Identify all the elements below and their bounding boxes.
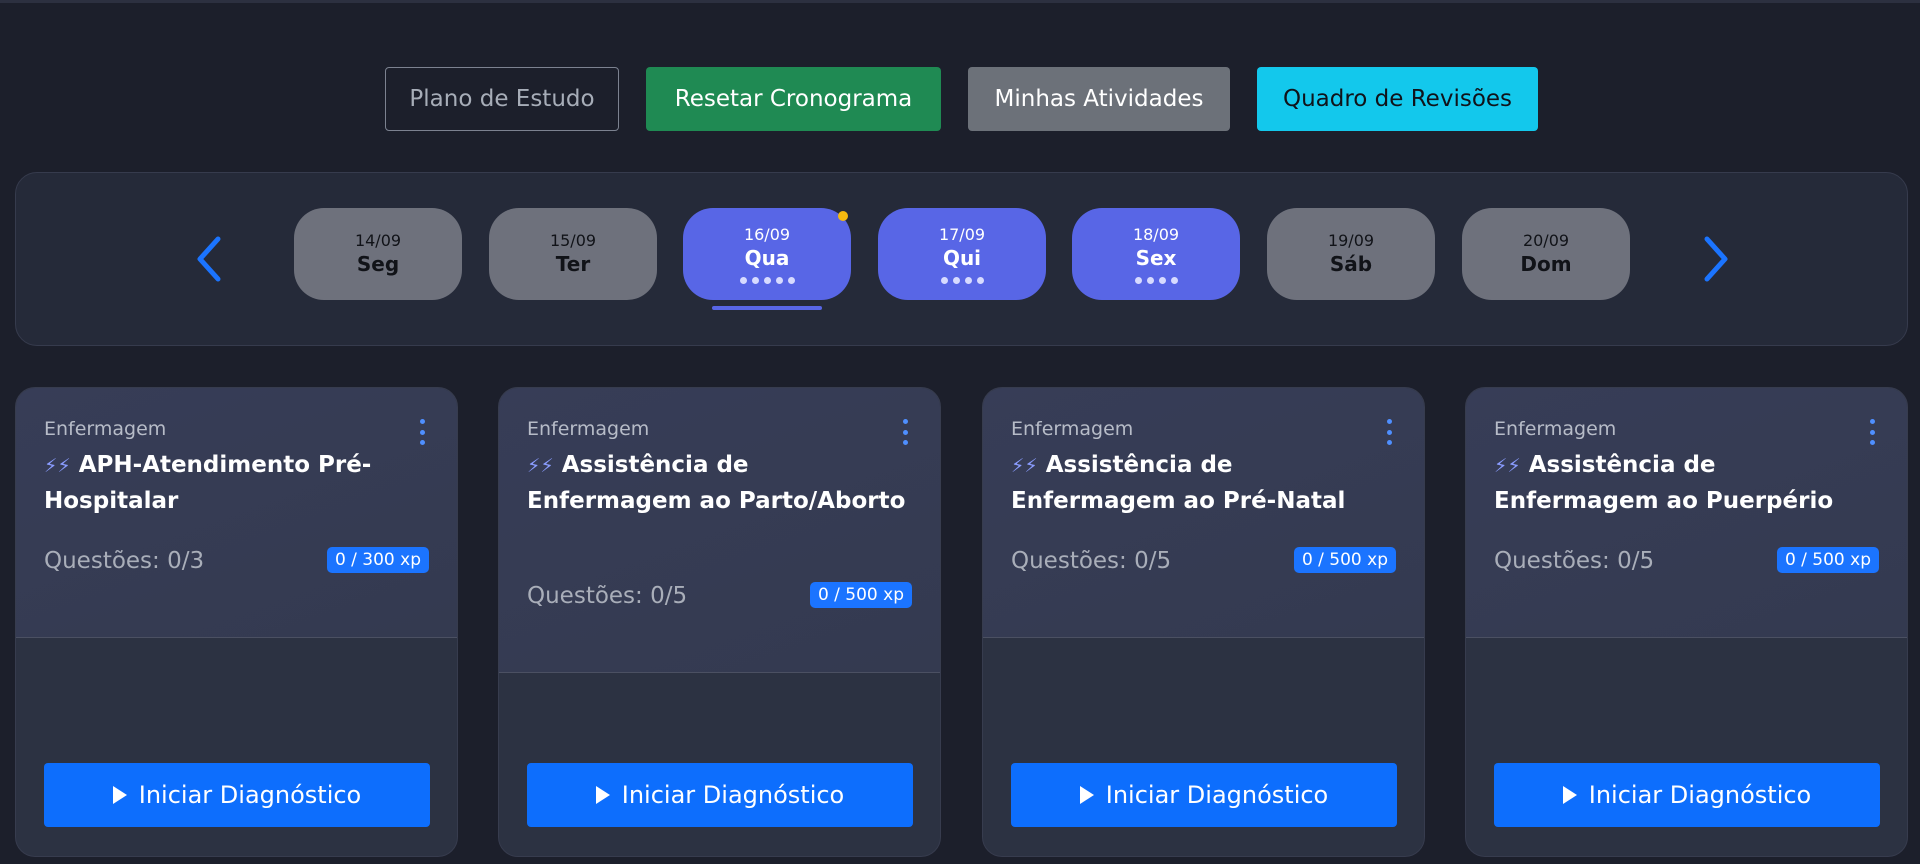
day-name: Ter bbox=[555, 252, 591, 276]
top-border bbox=[0, 0, 1920, 3]
card-title: ⚡⚡ Assistência de Enfermagem ao Parto/Ab… bbox=[527, 448, 907, 519]
card-title: ⚡⚡ Assistência de Enfermagem ao Pré-Nata… bbox=[1011, 448, 1391, 519]
day-name: Qui bbox=[942, 245, 982, 270]
day-name: Seg bbox=[356, 252, 400, 276]
iniciar-diagnostico-button[interactable]: Iniciar Diagnóstico bbox=[1494, 763, 1880, 827]
iniciar-diagnostico-button[interactable]: Iniciar Diagnóstico bbox=[527, 763, 913, 827]
today-indicator bbox=[838, 211, 848, 221]
day-date: 17/09 bbox=[938, 224, 986, 244]
button-label: Iniciar Diagnóstico bbox=[621, 781, 845, 809]
card-questions: Questões: 0/5 bbox=[1494, 548, 1655, 574]
day-date: 16/09 bbox=[743, 224, 791, 244]
card-title-text: Assistência de Enfermagem ao Puerpério bbox=[1494, 452, 1834, 514]
lightning-bolt-icon: ⚡⚡ bbox=[1011, 455, 1038, 477]
card-questions: Questões: 0/3 bbox=[44, 548, 205, 574]
xp-badge: 0 / 300 xp bbox=[326, 547, 429, 573]
card-category: Enfermagem bbox=[44, 418, 167, 440]
card-category: Enfermagem bbox=[527, 418, 650, 440]
plano-de-estudo-button[interactable]: Plano de Estudo bbox=[385, 67, 619, 131]
xp-badge: 0 / 500 xp bbox=[1293, 547, 1396, 573]
iniciar-diagnostico-button[interactable]: Iniciar Diagnóstico bbox=[44, 763, 430, 827]
activity-card: Enfermagem ⚡⚡ Assistência de Enfermagem … bbox=[982, 387, 1425, 857]
play-icon bbox=[1562, 786, 1577, 804]
button-label: Iniciar Diagnóstico bbox=[1588, 781, 1812, 809]
card-questions: Questões: 0/5 bbox=[527, 583, 688, 609]
card-title-text: APH-Atendimento Pré-Hospitalar bbox=[44, 452, 372, 514]
day-name: Dom bbox=[1520, 252, 1572, 276]
action-bar: Plano de Estudo Resetar Cronograma Minha… bbox=[0, 67, 1920, 131]
card-category: Enfermagem bbox=[1494, 418, 1617, 440]
day-name: Sáb bbox=[1329, 252, 1373, 276]
button-label: Iniciar Diagnóstico bbox=[1105, 781, 1329, 809]
day-date: 15/09 bbox=[549, 231, 597, 250]
day-chip-qui[interactable]: 17/09 Qui bbox=[878, 208, 1046, 300]
day-chip-seg[interactable]: 14/09 Seg bbox=[294, 208, 462, 300]
week-selector: 14/09 Seg 15/09 Ter 16/09 Qua 17/09 Qui … bbox=[15, 172, 1908, 346]
day-date: 20/09 bbox=[1522, 231, 1570, 250]
card-title: ⚡⚡ APH-Atendimento Pré-Hospitalar bbox=[44, 448, 424, 519]
minhas-atividades-button[interactable]: Minhas Atividades bbox=[968, 67, 1230, 131]
button-label: Iniciar Diagnóstico bbox=[138, 781, 362, 809]
quadro-de-revisoes-button[interactable]: Quadro de Revisões bbox=[1257, 67, 1538, 131]
card-title-text: Assistência de Enfermagem ao Pré-Natal bbox=[1011, 452, 1346, 514]
card-header: Enfermagem ⚡⚡ Assistência de Enfermagem … bbox=[1466, 388, 1907, 638]
card-header: Enfermagem ⚡⚡ Assistência de Enfermagem … bbox=[983, 388, 1424, 638]
activity-card: Enfermagem ⚡⚡ Assistência de Enfermagem … bbox=[1465, 387, 1908, 857]
day-date: 14/09 bbox=[354, 231, 402, 250]
task-dots bbox=[739, 276, 795, 284]
card-header: Enfermagem ⚡⚡ Assistência de Enfermagem … bbox=[499, 388, 940, 673]
play-icon bbox=[595, 786, 610, 804]
activity-card: Enfermagem ⚡⚡ APH-Atendimento Pré-Hospit… bbox=[15, 387, 458, 857]
day-chip-qua[interactable]: 16/09 Qua bbox=[683, 208, 851, 300]
iniciar-diagnostico-button[interactable]: Iniciar Diagnóstico bbox=[1011, 763, 1397, 827]
day-chip-sex[interactable]: 18/09 Sex bbox=[1072, 208, 1240, 300]
task-dots bbox=[1134, 276, 1178, 284]
lightning-bolt-icon: ⚡⚡ bbox=[527, 455, 554, 477]
play-icon bbox=[112, 786, 127, 804]
kebab-menu-icon[interactable] bbox=[1384, 419, 1394, 445]
selected-day-underline bbox=[712, 306, 822, 310]
activity-card: Enfermagem ⚡⚡ Assistência de Enfermagem … bbox=[498, 387, 941, 857]
play-icon bbox=[1079, 786, 1094, 804]
kebab-menu-icon[interactable] bbox=[900, 419, 910, 445]
day-chip-dom[interactable]: 20/09 Dom bbox=[1462, 208, 1630, 300]
day-date: 18/09 bbox=[1132, 224, 1180, 244]
card-questions: Questões: 0/5 bbox=[1011, 548, 1172, 574]
day-name: Sex bbox=[1135, 245, 1177, 270]
xp-badge: 0 / 500 xp bbox=[1776, 547, 1879, 573]
task-dots bbox=[940, 276, 984, 284]
card-header: Enfermagem ⚡⚡ APH-Atendimento Pré-Hospit… bbox=[16, 388, 457, 638]
card-title: ⚡⚡ Assistência de Enfermagem ao Puerpéri… bbox=[1494, 448, 1874, 519]
kebab-menu-icon[interactable] bbox=[1867, 419, 1877, 445]
xp-badge: 0 / 500 xp bbox=[809, 582, 912, 608]
resetar-cronograma-button[interactable]: Resetar Cronograma bbox=[646, 67, 941, 131]
card-category: Enfermagem bbox=[1011, 418, 1134, 440]
lightning-bolt-icon: ⚡⚡ bbox=[1494, 455, 1521, 477]
day-chip-ter[interactable]: 15/09 Ter bbox=[489, 208, 657, 300]
chevron-left-icon[interactable] bbox=[189, 231, 229, 287]
day-name: Qua bbox=[744, 245, 790, 270]
kebab-menu-icon[interactable] bbox=[417, 419, 427, 445]
day-date: 19/09 bbox=[1327, 231, 1375, 250]
lightning-bolt-icon: ⚡⚡ bbox=[44, 455, 71, 477]
chevron-right-icon[interactable] bbox=[1696, 231, 1736, 287]
day-chip-sab[interactable]: 19/09 Sáb bbox=[1267, 208, 1435, 300]
card-title-text: Assistência de Enfermagem ao Parto/Abort… bbox=[527, 452, 906, 514]
